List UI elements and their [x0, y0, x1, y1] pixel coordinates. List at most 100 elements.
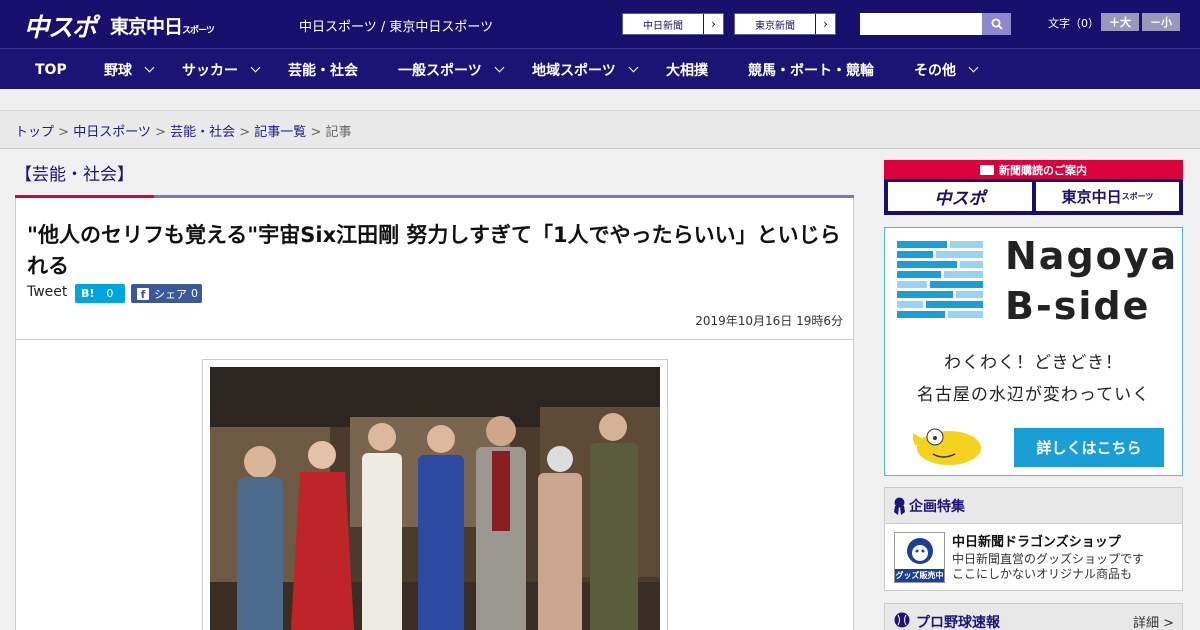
tokyo-chunichi-logo-text: 東京中日 [110, 16, 183, 38]
nav-item-label: 芸能・社会 [288, 62, 358, 79]
font-size-down-button[interactable]: －小 [1142, 13, 1180, 31]
chevron-right-icon: › [815, 14, 835, 34]
article-date: 2019年10月16日 19時6分 [695, 314, 843, 328]
subscribe-tokyo-chunichi-text: 東京中日 [1061, 188, 1122, 206]
person-4 [418, 425, 464, 630]
subscription-box: 新聞購読のご案内 中スポ 東京中日 スポーツ [884, 160, 1183, 215]
feature-description: 中日新聞直営のグッズショップです ここにしかないオリジナル商品も [952, 552, 1144, 582]
nav-item-local-sports[interactable]: 地域スポーツ [532, 49, 639, 90]
nav-item-other[interactable]: その他 [914, 49, 979, 90]
ribbon-icon [894, 497, 905, 515]
pro-baseball-header: プロ野球速報 [916, 615, 1000, 630]
breadcrumb-separator: > [150, 125, 171, 140]
font-size-up-button[interactable]: ＋大 [1101, 13, 1139, 31]
tokyo-shimbun-link[interactable]: 東京新聞 › [734, 13, 836, 35]
feature-header: 企画特集 [885, 488, 1182, 524]
stage-photo-image [210, 367, 660, 630]
section-title: 【芸能・社会】 [15, 165, 134, 185]
nav-item-baseball[interactable]: 野球 [104, 49, 155, 90]
dragons-shop-icon[interactable]: グッズ販売中 [894, 532, 945, 583]
feature-title-link[interactable]: 中日新聞ドラゴンズショップ [952, 531, 1121, 550]
feature-header-text: 企画特集 [909, 498, 965, 515]
nav-item-label: 野球 [104, 62, 132, 79]
search-input[interactable] [860, 13, 982, 35]
pro-baseball-details-link[interactable]: 詳細 > [1133, 612, 1174, 630]
breadcrumb-current: 記事 [325, 125, 352, 140]
nav-item-racing[interactable]: 競馬・ボート・競輪 [748, 49, 874, 90]
breadcrumb: トップ > 中日スポーツ > 芸能・社会 > 記事一覧 > 記事 [0, 111, 1200, 149]
facebook-share-label: シェア [154, 287, 187, 301]
breadcrumb-separator: > [235, 125, 255, 140]
chevron-right-icon: › [703, 14, 723, 34]
fried-shrimp-mascot-icon [913, 428, 981, 465]
article-header: "他人のセリフも覚える"宇宙Six江田剛 努力しすぎて「1人でやったらいい」とい… [15, 198, 854, 340]
tokyo-chunichi-logo-small: スポーツ [182, 26, 215, 36]
ad-details-button[interactable]: 詳しくはこちら [1014, 428, 1164, 467]
tokyo-chunichi-logo[interactable]: 東京中日スポーツ [110, 12, 215, 39]
nav-item-general-sports[interactable]: 一般スポーツ [398, 49, 505, 90]
nav-item-label: 地域スポーツ [532, 62, 616, 79]
ad-title-line1: Nagoya [1005, 234, 1179, 278]
nav-item-label: TOP [35, 61, 67, 78]
ad-copy-line1: わくわく！どきどき！ [944, 353, 1123, 373]
nav-item-entertainment[interactable]: 芸能・社会 [288, 49, 358, 90]
ad-title-line2: B-side [1005, 284, 1151, 328]
breadcrumb-link-chunichi-sports[interactable]: 中日スポーツ [73, 125, 151, 140]
dragons-shop-icon-text: グッズ販売中 [895, 571, 944, 580]
font-size-label: 文字（0） [1048, 17, 1099, 30]
person-5 [476, 416, 526, 630]
site-tagline: 中日スポーツ / 東京中日スポーツ [299, 20, 494, 35]
nav-item-soccer[interactable]: サッカー [182, 49, 261, 90]
chunichi-shimbun-label: 中日新聞 [643, 20, 683, 32]
breadcrumb-link-top[interactable]: トップ [15, 125, 54, 140]
nagoya-bside-ad[interactable]: Nagoya B-side わくわく！どきどき！ 名古屋の水辺が変わっていく 詳… [884, 227, 1183, 476]
chevron-down-icon [144, 62, 155, 73]
breadcrumb-link-entertainment[interactable]: 芸能・社会 [170, 125, 235, 140]
breadcrumb-separator: > [54, 125, 74, 140]
site-header: 中スポ 東京中日スポーツ 中日スポーツ / 東京中日スポーツ 中日新聞 › 東京新… [0, 0, 1200, 48]
tweet-button[interactable]: Tweet [27, 284, 67, 300]
subscribe-chuspo-button[interactable]: 中スポ [888, 182, 1032, 211]
sub-nav-band [0, 89, 1200, 111]
nav-item-label: 大相撲 [666, 62, 708, 79]
chevron-down-icon [250, 62, 261, 73]
chevron-down-icon [628, 62, 639, 73]
facebook-icon: f [137, 287, 149, 301]
article-photo-frame [202, 359, 668, 630]
hatena-bookmark-button[interactable]: B! 0 [75, 284, 125, 303]
newspaper-icon [980, 164, 994, 175]
search-icon [991, 18, 1003, 30]
hatena-count: 0 [106, 287, 114, 300]
nav-item-label: 競馬・ボート・競輪 [748, 62, 874, 79]
article-headline: "他人のセリフも覚える"宇宙Six江田剛 努力しすぎて「1人でやったらいい」とい… [27, 223, 841, 278]
chuspo-logo[interactable]: 中スポ [24, 8, 97, 44]
feature-box: 企画特集 グッズ販売中 中日新聞ドラゴンズショップ 中日新聞直営のグッズショップ… [884, 487, 1183, 591]
nav-item-label: 一般スポーツ [398, 62, 482, 79]
nav-item-top[interactable]: TOP [35, 49, 67, 90]
subscription-title-text: 新聞購読のご案内 [999, 163, 1087, 177]
main-nav: TOP 野球 サッカー 芸能・社会 一般スポーツ 地域スポーツ 大相撲 競馬・ボ… [0, 48, 1200, 89]
chevron-down-icon [968, 62, 979, 73]
tokyo-shimbun-label: 東京新聞 [755, 20, 795, 32]
nav-item-sumo[interactable]: 大相撲 [666, 49, 708, 90]
ad-copy-line2: 名古屋の水辺が変わっていく [916, 385, 1151, 405]
nav-item-label: その他 [914, 62, 956, 79]
person-6 [538, 446, 582, 630]
building-stripes-icon [897, 241, 983, 318]
search-button[interactable] [982, 13, 1011, 35]
subscribe-tokyo-chunichi-button[interactable]: 東京中日 スポーツ [1036, 182, 1179, 211]
facebook-share-button[interactable]: f シェア 0 [131, 284, 202, 303]
feature-description-line2: ここにしかないオリジナル商品も [952, 567, 1133, 581]
nav-item-label: サッカー [182, 62, 238, 79]
subscription-title: 新聞購読のご案内 [884, 160, 1183, 179]
pro-baseball-box: プロ野球速報 詳細 > [884, 603, 1183, 630]
chunichi-shimbun-link[interactable]: 中日新聞 › [622, 13, 724, 35]
baseball-icon [894, 612, 910, 628]
hatena-icon: B! [81, 287, 95, 300]
person-3 [362, 423, 402, 630]
person-7 [590, 413, 638, 630]
breadcrumb-separator: > [306, 125, 326, 140]
feature-description-line1: 中日新聞直営のグッズショップです [952, 552, 1145, 566]
breadcrumb-link-article-list[interactable]: 記事一覧 [254, 125, 306, 140]
article-photo[interactable] [210, 367, 660, 630]
